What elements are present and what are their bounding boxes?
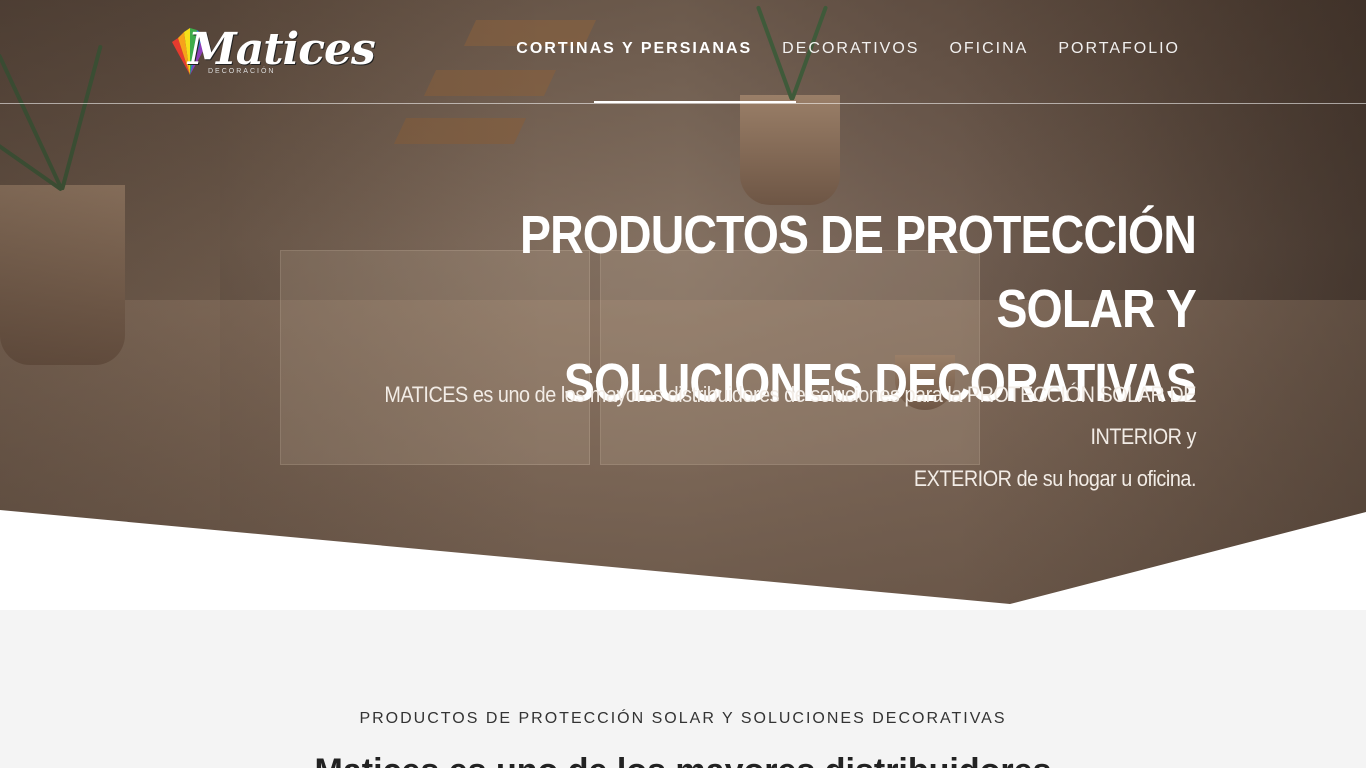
nav-item-cortinas-y-persianas[interactable]: CORTINAS Y PERSIANAS — [516, 40, 752, 62]
section-heading: Matices es uno de los mayores distribuid… — [0, 752, 1366, 768]
nav-item-oficina[interactable]: OFICINA — [949, 40, 1028, 62]
hero-title-line: PRODUCTOS DE PROTECCIÓN SOLAR Y — [519, 205, 1197, 339]
hero-description-line: EXTERIOR de su hogar u oficina. — [913, 466, 1197, 491]
logo-tagline: DECORACIÓN — [208, 68, 276, 75]
hero-description: MATICES es uno de los mayores distribuid… — [296, 374, 1196, 500]
main-navigation: CORTINAS Y PERSIANAS DECORATIVOS OFICINA… — [516, 40, 1180, 62]
nav-active-indicator — [594, 101, 796, 103]
nav-item-portafolio[interactable]: PORTAFOLIO — [1058, 40, 1180, 62]
brand-logo[interactable]: Matices DECORACIÓN — [170, 18, 376, 82]
section-eyebrow: PRODUCTOS DE PROTECCIÓN SOLAR Y SOLUCION… — [359, 710, 1007, 727]
nav-item-decorativos[interactable]: DECORATIVOS — [782, 40, 919, 62]
hero-description-line: MATICES es uno de los mayores distribuid… — [384, 382, 1196, 449]
header-divider — [0, 103, 1366, 104]
